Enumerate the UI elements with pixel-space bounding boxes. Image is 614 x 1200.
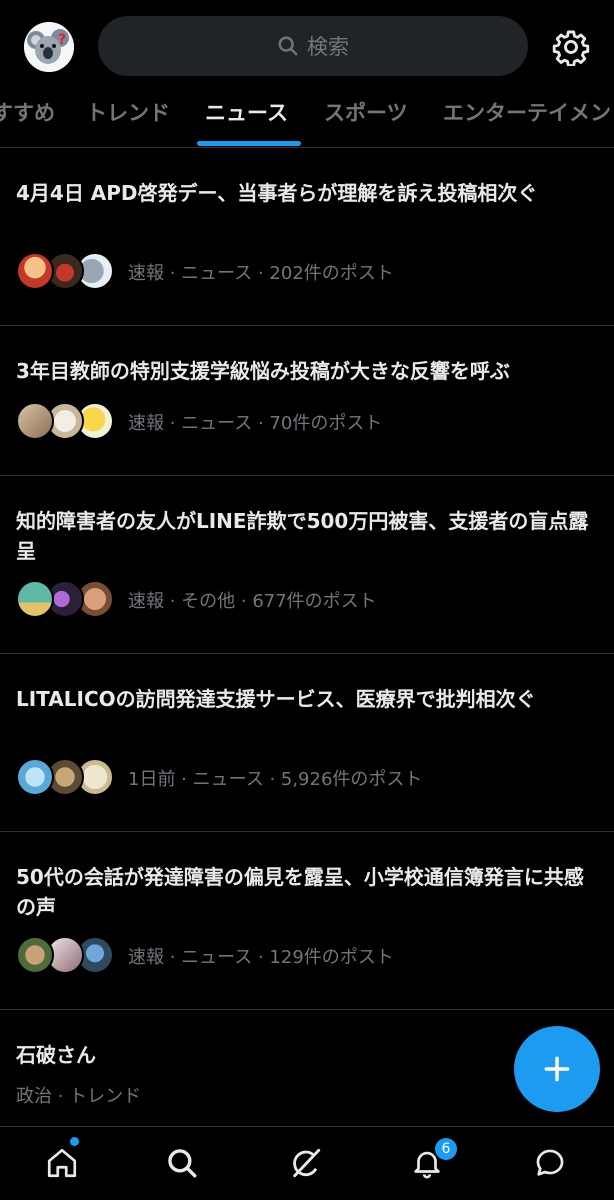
tab-entertainment[interactable]: エンターテイメン — [443, 98, 611, 142]
avatar-stack — [16, 936, 116, 976]
news-meta: 1日前 · ニュース · 5,926件のポスト — [128, 769, 423, 790]
news-meta-row: 1日前 · ニュース · 5,926件のポスト — [16, 758, 422, 798]
tab-trending[interactable]: トレンド — [86, 98, 170, 142]
active-tab-indicator — [197, 141, 301, 146]
compose-button[interactable] — [514, 1026, 600, 1112]
chat-icon — [536, 1149, 564, 1176]
search-placeholder: 検索 — [307, 35, 349, 59]
avatar-stack — [16, 402, 116, 442]
tab-news[interactable]: ニュース — [205, 98, 288, 142]
news-meta-row: 速報 · ニュース · 202件のポスト — [16, 252, 394, 292]
tab-recommended[interactable]: すすめ — [0, 98, 55, 142]
home-unread-dot — [70, 1137, 79, 1146]
news-meta: 速報 · ニュース · 202件のポスト — [128, 263, 394, 284]
avatar-stack — [16, 580, 116, 620]
svg-text:?: ? — [58, 32, 66, 48]
avatar — [16, 402, 54, 440]
bottom-navigation — [0, 1126, 614, 1200]
plus-icon — [544, 1056, 570, 1082]
trend-meta: 政治 · トレンド — [16, 1086, 142, 1107]
search-bar[interactable]: 検索 — [98, 16, 528, 76]
koala-avatar-icon: ? — [24, 22, 74, 72]
avatar — [16, 580, 54, 618]
nav-grok[interactable] — [284, 1141, 328, 1185]
top-header: ? 検索 — [0, 0, 614, 92]
tab-sports[interactable]: スポーツ — [324, 98, 408, 142]
news-meta: 速報 · その他 · 677件のポスト — [128, 591, 377, 612]
trend-title: 石破さん — [16, 1043, 96, 1067]
nav-home[interactable] — [40, 1141, 84, 1185]
news-meta: 速報 · ニュース · 70件のポスト — [128, 413, 383, 434]
news-title: 4月4日 APD啓発デー、当事者らが理解を訴え投稿相次ぐ — [16, 181, 538, 205]
profile-avatar[interactable]: ? — [24, 22, 74, 72]
news-title: 3年目教師の特別支援学級悩み投稿が大きな反響を呼ぶ — [16, 359, 510, 383]
search-icon — [168, 1149, 197, 1178]
news-meta: 速報 · ニュース · 129件のポスト — [128, 947, 394, 968]
avatar — [16, 936, 54, 974]
nav-messages[interactable] — [528, 1141, 572, 1185]
explore-tabs: すすめ トレンド ニュース スポーツ エンターテイメン — [0, 92, 614, 148]
news-item[interactable]: LITALICOの訪問発達支援サービス、医療界で批判相次ぐ 1日前 · ニュース… — [0, 654, 614, 832]
avatar-stack — [16, 252, 116, 292]
news-title: LITALICOの訪問発達支援サービス、医療界で批判相次ぐ — [16, 687, 536, 711]
news-item[interactable]: 50代の会話が発達障害の偏見を露呈、小学校通信簿発言に共感の声 速報 · ニュー… — [0, 832, 614, 1010]
news-item[interactable]: 4月4日 APD啓発デー、当事者らが理解を訴え投稿相次ぐ 速報 · ニュース ·… — [0, 148, 614, 326]
news-item[interactable]: 知的障害者の友人がLINE詐欺で500万円被害、支援者の盲点露呈 速報 · その… — [0, 476, 614, 654]
grok-icon — [293, 1148, 321, 1178]
news-item[interactable]: 3年目教師の特別支援学級悩み投稿が大きな反響を呼ぶ 速報 · ニュース · 70… — [0, 326, 614, 476]
news-title: 50代の会話が発達障害の偏見を露呈、小学校通信簿発言に共感の声 — [16, 865, 584, 919]
news-meta-row: 速報 · ニュース · 70件のポスト — [16, 402, 382, 442]
avatar-stack — [16, 758, 116, 798]
home-icon — [47, 1148, 77, 1178]
settings-button[interactable] — [552, 28, 590, 67]
search-icon — [278, 36, 298, 56]
notification-badge: 6 — [435, 1138, 457, 1160]
avatar — [16, 252, 54, 290]
news-title: 知的障害者の友人がLINE詐欺で500万円被害、支援者の盲点露呈 — [16, 509, 589, 563]
avatar — [16, 758, 54, 796]
gear-icon — [552, 30, 590, 67]
news-meta-row: 速報 · ニュース · 129件のポスト — [16, 936, 394, 976]
nav-search[interactable] — [160, 1141, 204, 1185]
news-meta-row: 速報 · その他 · 677件のポスト — [16, 580, 377, 620]
